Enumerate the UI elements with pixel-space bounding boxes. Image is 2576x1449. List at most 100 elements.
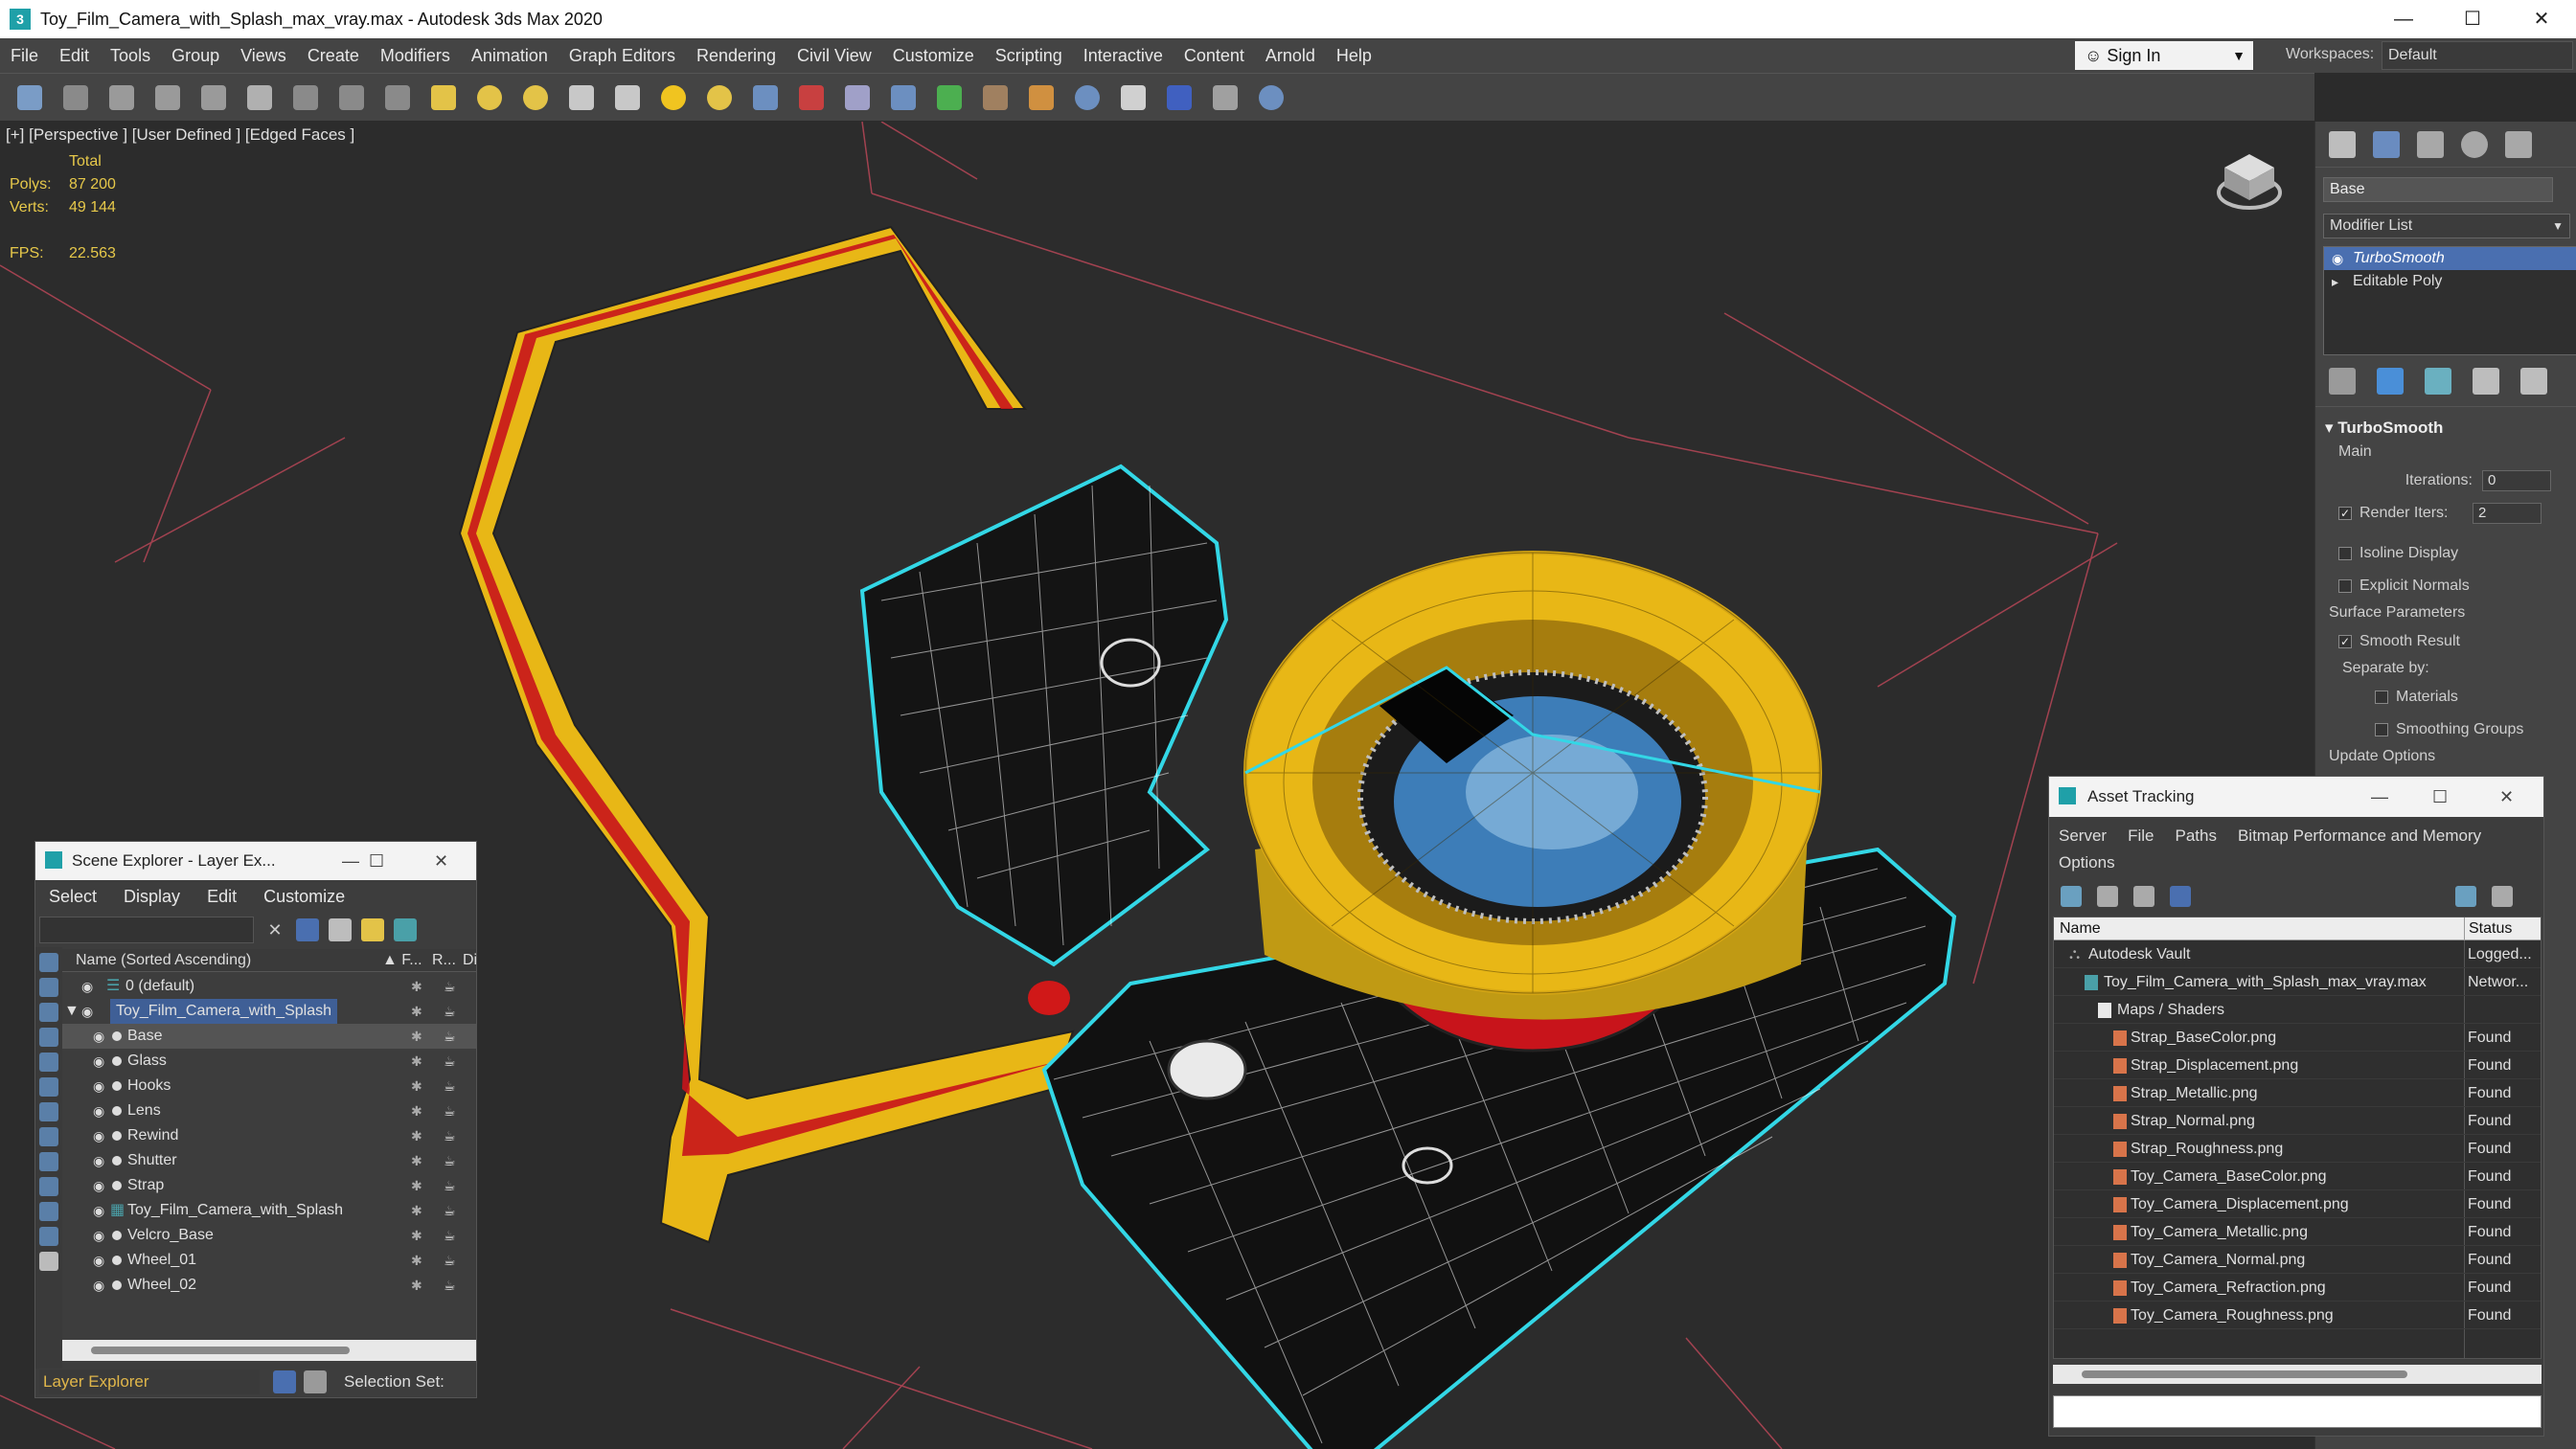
menu-create[interactable]: Create: [297, 46, 370, 66]
filter-cameras-icon[interactable]: [39, 1028, 58, 1047]
object-row[interactable]: ◉ Rewind ✱ ☕: [62, 1123, 476, 1148]
eye-icon[interactable]: ◉: [93, 1223, 104, 1248]
redo-icon[interactable]: [63, 84, 88, 110]
render-setup-icon[interactable]: [983, 84, 1008, 110]
render-column-header[interactable]: R...: [432, 949, 456, 972]
freeze-icon[interactable]: ✱: [411, 1074, 422, 1098]
camera-icon[interactable]: [707, 84, 732, 110]
render-iters-checkbox[interactable]: ✓: [2338, 507, 2352, 520]
render-teapot-icon[interactable]: ☕: [444, 1173, 456, 1198]
asset-tracking-horizontal-scrollbar[interactable]: [2053, 1365, 2542, 1384]
render-teapot-icon[interactable]: ☕: [444, 1074, 456, 1098]
minimize-button[interactable]: —: [2369, 0, 2438, 38]
asset-row[interactable]: Toy_Camera_Metallic.png Found: [2054, 1218, 2541, 1246]
isoline-checkbox[interactable]: [2338, 547, 2352, 560]
freeze-icon[interactable]: ✱: [411, 1223, 422, 1248]
asset-row[interactable]: Strap_BaseColor.png Found: [2054, 1024, 2541, 1052]
list-view-icon[interactable]: [2097, 886, 2118, 907]
render-teapot-icon[interactable]: ☕: [444, 1273, 456, 1298]
menu-customize[interactable]: Customize: [882, 46, 985, 66]
material-editor-icon[interactable]: [937, 84, 962, 110]
render-teapot-icon[interactable]: ☕: [444, 1223, 456, 1248]
expand-arrow-icon[interactable]: ▸: [2332, 270, 2338, 293]
scene-explorer-title-bar[interactable]: Scene Explorer - Layer Ex... — ☐ ✕: [35, 842, 476, 880]
asset-tracking-title-bar[interactable]: Asset Tracking — ☐ ✕: [2049, 777, 2543, 817]
filter-shapes-icon[interactable]: [39, 978, 58, 997]
freeze-icon[interactable]: ✱: [411, 1148, 422, 1173]
layers-icon[interactable]: [394, 918, 417, 941]
render-teapot-icon[interactable]: ☕: [444, 999, 456, 1024]
cone-icon[interactable]: [615, 84, 640, 110]
freeze-icon[interactable]: ✱: [411, 1024, 422, 1049]
render-teapot-icon[interactable]: ☕: [444, 1098, 456, 1123]
at-menu-file[interactable]: File: [2128, 826, 2154, 845]
menu-rendering[interactable]: Rendering: [686, 46, 786, 66]
delete-modifier-icon[interactable]: [2473, 367, 2499, 395]
asset-row[interactable]: ⛬ Autodesk Vault Logged...: [2054, 940, 2541, 968]
mirror-icon[interactable]: [799, 84, 824, 110]
close-icon[interactable]: ✕: [434, 842, 448, 880]
scrollbar-thumb[interactable]: [91, 1347, 350, 1354]
pin-stack-icon[interactable]: [2329, 367, 2356, 395]
snaps-icon[interactable]: [753, 84, 778, 110]
object-name-field[interactable]: Base: [2323, 177, 2553, 202]
eye-icon[interactable]: ◉: [81, 974, 93, 999]
select-object-icon[interactable]: [247, 84, 272, 110]
eye-icon[interactable]: ◉: [93, 1173, 104, 1198]
select-scale-icon[interactable]: [385, 84, 410, 110]
at-menu-options[interactable]: Options: [2059, 853, 2115, 872]
clear-search-icon[interactable]: ✕: [263, 918, 286, 941]
render-teapot-icon[interactable]: ☕: [444, 1024, 456, 1049]
eye-icon[interactable]: ◉: [93, 1024, 104, 1049]
asset-path-field[interactable]: [2053, 1395, 2542, 1428]
menu-help[interactable]: Help: [1326, 46, 1382, 66]
filter-containers-icon[interactable]: [39, 1177, 58, 1196]
menu-arnold[interactable]: Arnold: [1255, 46, 1326, 66]
close-button[interactable]: ✕: [2507, 0, 2576, 38]
status-column-header[interactable]: Status: [2464, 917, 2512, 940]
scene-explorer-search-input[interactable]: [39, 917, 254, 943]
render-icon[interactable]: [1029, 84, 1054, 110]
maximize-button[interactable]: ☐: [2438, 0, 2507, 38]
stack-item-turbosmooth[interactable]: ◉ TurboSmooth: [2324, 247, 2576, 270]
sign-in-dropdown[interactable]: ☺ Sign In ▼: [2075, 41, 2253, 70]
menu-edit[interactable]: Edit: [49, 46, 100, 66]
stack-item-editable-poly[interactable]: ▸ Editable Poly: [2324, 270, 2576, 293]
menu-file[interactable]: File: [0, 46, 49, 66]
filter-lights-icon[interactable]: [39, 1003, 58, 1022]
light-icon[interactable]: [661, 84, 686, 110]
select-rotate-icon[interactable]: [339, 84, 364, 110]
menu-graph-editors[interactable]: Graph Editors: [559, 46, 686, 66]
menu-civil-view[interactable]: Civil View: [786, 46, 882, 66]
freeze-icon[interactable]: ✱: [411, 1049, 422, 1074]
explicit-normals-checkbox[interactable]: [2338, 579, 2352, 593]
help-icon[interactable]: [1259, 84, 1284, 110]
freeze-icon[interactable]: ✱: [411, 1098, 422, 1123]
layer-row[interactable]: ▼ ◉ Toy_Film_Camera_with_Splash ✱ ☕: [62, 999, 476, 1024]
eye-icon[interactable]: ◉: [93, 1273, 104, 1298]
asset-row[interactable]: Toy_Camera_Roughness.png Found: [2054, 1302, 2541, 1329]
hierarchy-tab-icon[interactable]: [2417, 130, 2444, 158]
viewcube-icon[interactable]: [2215, 150, 2284, 212]
asset-row[interactable]: Maps / Shaders: [2054, 996, 2541, 1024]
batch-icon[interactable]: [1213, 84, 1238, 110]
eye-icon[interactable]: ◉: [93, 1098, 104, 1123]
eye-icon[interactable]: ◉: [2332, 247, 2343, 270]
create-tab-icon[interactable]: [2329, 130, 2356, 158]
eye-icon[interactable]: ◉: [93, 1148, 104, 1173]
asset-row[interactable]: Strap_Displacement.png Found: [2054, 1052, 2541, 1079]
object-row[interactable]: ◉ Glass ✱ ☕: [62, 1049, 476, 1074]
at-menu-paths[interactable]: Paths: [2175, 826, 2216, 845]
collapse-arrow-icon[interactable]: ▼: [64, 999, 80, 1024]
viewport-label[interactable]: [+] [Perspective ] [User Defined ] [Edge…: [6, 125, 354, 145]
close-icon[interactable]: ✕: [2499, 777, 2514, 817]
menu-scripting[interactable]: Scripting: [985, 46, 1073, 66]
menu-group[interactable]: Group: [161, 46, 230, 66]
lock-icon[interactable]: [329, 918, 352, 941]
cylinder-icon[interactable]: [523, 84, 548, 110]
asset-row[interactable]: Toy_Camera_Displacement.png Found: [2054, 1190, 2541, 1218]
asset-row[interactable]: Toy_Camera_Refraction.png Found: [2054, 1274, 2541, 1302]
undo-icon[interactable]: [17, 84, 42, 110]
asset-row[interactable]: Strap_Roughness.png Found: [2054, 1135, 2541, 1163]
maximize-icon[interactable]: ☐: [369, 842, 384, 880]
